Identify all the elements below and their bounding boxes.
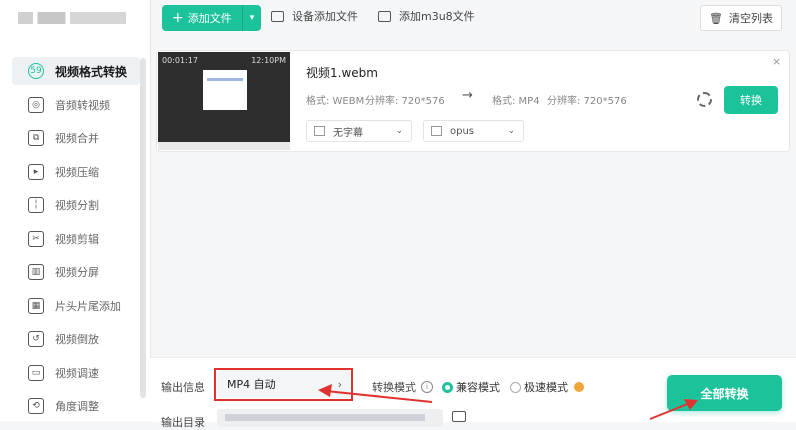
vip-badge-icon [574, 382, 584, 392]
convert-mode-label: 转换模式 i [372, 379, 433, 395]
sidebar-item-label: 视频剪辑 [55, 232, 99, 246]
video-split-icon: ╎ [28, 197, 44, 213]
video-merge-icon: ⧉ [28, 130, 44, 146]
thumbnail-preview [203, 70, 247, 110]
sidebar-item[interactable]: 59 视频格式转换 [0, 56, 140, 86]
sidebar-item-label: 视频分屏 [55, 266, 99, 279]
subtitle-icon [314, 126, 325, 136]
mode-fast-radio[interactable]: 极速模式 [510, 379, 584, 395]
sidebar-item-label: 视频合并 [55, 132, 99, 145]
video-edit-icon: ✂ [28, 230, 44, 247]
output-info-label: 输出信息 [161, 381, 205, 394]
sidebar-item[interactable]: ▸ 视频压缩 [0, 157, 140, 187]
sidebar-item[interactable]: ╎ 视频分割 [0, 190, 140, 220]
sidebar-item-label: 视频倒放 [55, 333, 99, 346]
audio-icon [431, 126, 442, 136]
app-logo [18, 12, 126, 24]
plus-icon: + [172, 10, 184, 26]
angle-adjust-icon: ⟲ [28, 398, 44, 414]
add-file-button[interactable]: + 添加文件 ▾ [162, 5, 261, 31]
subtitle-dropdown[interactable]: 无字幕 ⌄ [306, 120, 412, 142]
target-resolution: 分辨率: 720*576 [547, 96, 627, 107]
folder-icon[interactable] [452, 411, 466, 422]
chevron-down-icon: ⌄ [507, 126, 515, 136]
sidebar-item-label: 片头片尾添加 [55, 299, 121, 313]
sidebar-item[interactable]: ⟲ 角度调整 [0, 391, 140, 421]
convert-button[interactable]: 转换 [724, 86, 778, 114]
sidebar-item-label: 角度调整 [55, 400, 99, 413]
sidebar-item[interactable]: ▥ 视频分屏 [0, 257, 140, 287]
clear-list-button[interactable]: 🗑 清空列表 [700, 5, 782, 31]
sidebar-item[interactable]: ◎ 音频转视频 [0, 90, 140, 120]
close-icon[interactable]: × [772, 55, 781, 68]
sidebar-item[interactable]: ↺ 视频倒放 [0, 324, 140, 354]
add-device-file-button[interactable]: 设备添加文件 [271, 8, 358, 24]
audio-track-dropdown[interactable]: opus ⌄ [423, 120, 524, 142]
sidebar-item[interactable]: ✂ 视频剪辑 [0, 224, 140, 254]
output-dir-label: 输出目录 [161, 416, 205, 429]
file-name: 视频1.webm [306, 66, 378, 80]
audio-to-video-icon: ◎ [28, 96, 44, 113]
target-format: 格式: MP4 [492, 96, 540, 107]
sidebar-item-label: 视频调速 [55, 366, 99, 380]
video-compress-icon: ▸ [28, 163, 44, 180]
video-thumbnail[interactable]: 00:01:17 12:10PM [158, 52, 290, 150]
sidebar-item-label: 视频格式转换 [55, 64, 128, 79]
chevron-right-icon: › [337, 377, 342, 391]
video-reverse-icon: ↺ [28, 331, 44, 347]
sidebar-item[interactable]: ▦ 片头片尾添加 [0, 291, 140, 321]
play-box-icon [378, 10, 391, 22]
thumbnail-strip [158, 142, 290, 150]
sidebar-item-label: 视频压缩 [55, 165, 99, 179]
split-screen-icon: ▥ [28, 264, 44, 280]
mode-compatible-radio[interactable]: 兼容模式 [442, 379, 500, 395]
add-m3u8-button[interactable]: 添加m3u8文件 [378, 8, 475, 24]
output-dir-field[interactable] [217, 409, 443, 427]
chevron-down-icon: ⌄ [395, 126, 403, 136]
settings-gear-icon[interactable] [697, 92, 712, 107]
chevron-down-icon[interactable]: ▾ [242, 5, 261, 31]
info-icon[interactable]: i [421, 381, 433, 393]
trash-icon: 🗑 [709, 11, 723, 25]
source-format: 格式: WEBM [306, 96, 365, 107]
sidebar-item-label: 视频分割 [55, 199, 99, 212]
video-convert-icon: 59 [28, 63, 44, 79]
convert-all-button[interactable]: 全部转换 [667, 375, 782, 411]
video-speed-icon: ▭ [28, 364, 44, 381]
sidebar-scrollbar[interactable] [140, 58, 146, 398]
source-resolution: 分辨率: 720*576 [365, 96, 445, 107]
sidebar-item[interactable]: ▭ 视频调速 [0, 358, 140, 388]
intro-outro-icon: ▦ [28, 297, 44, 314]
output-format-select[interactable]: MP4 自动 › [217, 370, 350, 398]
device-icon [271, 10, 284, 22]
sidebar-item[interactable]: ⧉ 视频合并 [0, 123, 140, 153]
sidebar-item-label: 音频转视频 [55, 98, 110, 112]
arrow-right-icon: → [462, 88, 473, 103]
